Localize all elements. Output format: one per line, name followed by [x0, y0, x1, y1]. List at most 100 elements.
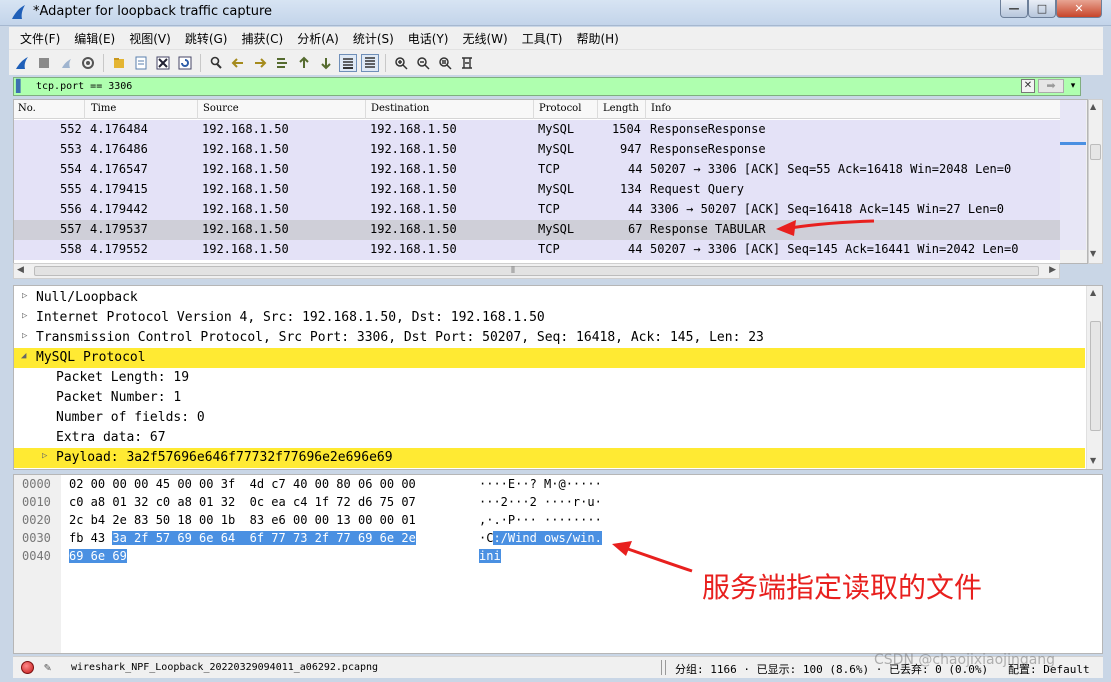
filter-history-dropdown[interactable]: ▾: [1067, 79, 1079, 93]
zoom-out-icon[interactable]: [414, 54, 432, 72]
detail-row-number-of-fields[interactable]: Number of fields: 0: [14, 408, 1085, 428]
go-forward-icon[interactable]: [251, 54, 269, 72]
expand-arrow-icon[interactable]: ▷: [22, 311, 27, 321]
column-header-time[interactable]: Time: [91, 103, 116, 114]
byte-hex[interactable]: 69 6e 69: [69, 549, 127, 563]
close-button[interactable]: ✕: [1056, 0, 1102, 18]
detail-row-null-loopback[interactable]: ▷ Null/Loopback: [14, 288, 1085, 308]
packet-list-vertical-scrollbar[interactable]: [1060, 100, 1087, 263]
menu-analyze[interactable]: 分析(A): [290, 30, 346, 47]
capture-options-icon[interactable]: [79, 54, 97, 72]
packet-minimap[interactable]: [1060, 100, 1086, 250]
expand-arrow-icon[interactable]: ▷: [22, 291, 27, 301]
packet-list-horizontal-scrollbar[interactable]: ◀ ⦀ ▶: [13, 263, 1060, 279]
last-packet-icon[interactable]: [317, 54, 335, 72]
start-capture-icon[interactable]: [13, 54, 31, 72]
column-divider[interactable]: [597, 100, 598, 119]
auto-scroll-icon[interactable]: [339, 53, 357, 72]
byte-hex[interactable]: fb 43 3a 2f 57 69 6e 64 6f 77 73 2f 77 6…: [69, 531, 416, 545]
stop-capture-icon[interactable]: [35, 54, 53, 72]
column-header-source[interactable]: Source: [203, 103, 239, 114]
column-header-destination[interactable]: Destination: [371, 103, 429, 114]
menu-view[interactable]: 视图(V): [122, 30, 178, 47]
byte-ascii[interactable]: ····E··? M·@·····: [479, 477, 602, 491]
reload-file-icon[interactable]: [176, 54, 194, 72]
maximize-button[interactable]: □: [1028, 0, 1056, 18]
menu-edit[interactable]: 编辑(E): [67, 30, 122, 47]
byte-ascii[interactable]: ini: [479, 549, 501, 563]
packet-row[interactable]: 554 4.176547 192.168.1.50 192.168.1.50 T…: [14, 160, 1060, 180]
packet-list[interactable]: No. Time Source Destination Protocol Len…: [13, 99, 1088, 264]
filter-bookmark-icon[interactable]: ▌: [16, 79, 28, 94]
scroll-down-arrow-icon[interactable]: ▼: [1090, 456, 1096, 465]
horizontal-scroll-thumb[interactable]: ⦀: [34, 266, 1039, 276]
column-divider[interactable]: [645, 100, 646, 119]
column-divider[interactable]: [365, 100, 366, 119]
minimize-button[interactable]: —: [1000, 0, 1028, 18]
collapse-arrow-icon[interactable]: ◢: [21, 351, 26, 361]
detail-row-ipv4[interactable]: ▷ Internet Protocol Version 4, Src: 192.…: [14, 308, 1085, 328]
byte-hex[interactable]: 02 00 00 00 45 00 00 3f 4d c7 40 00 80 0…: [69, 477, 416, 491]
detail-row-packet-length[interactable]: Packet Length: 19: [14, 368, 1085, 388]
detail-row-mysql[interactable]: ◢ MySQL Protocol: [14, 348, 1085, 368]
column-header-length[interactable]: Length: [603, 103, 639, 114]
go-to-packet-icon[interactable]: [273, 54, 291, 72]
column-divider[interactable]: [533, 100, 534, 119]
find-packet-icon[interactable]: [207, 54, 225, 72]
packet-bytes-pane[interactable]: 0000 02 00 00 00 45 00 00 3f 4d c7 40 00…: [13, 474, 1103, 654]
column-header-info[interactable]: Info: [651, 103, 671, 114]
packet-row[interactable]: 552 4.176484 192.168.1.50 192.168.1.50 M…: [14, 120, 1060, 140]
normal-size-icon[interactable]: [436, 54, 454, 72]
expand-arrow-icon[interactable]: ▷: [42, 451, 47, 461]
menu-help[interactable]: 帮助(H): [569, 30, 625, 47]
packet-details-pane[interactable]: ▷ Null/Loopback ▷ Internet Protocol Vers…: [13, 285, 1103, 470]
menu-tools[interactable]: 工具(T): [515, 30, 570, 47]
detail-row-packet-number[interactable]: Packet Number: 1: [14, 388, 1085, 408]
column-header-protocol[interactable]: Protocol: [539, 103, 581, 114]
scroll-thumb[interactable]: [1090, 144, 1101, 160]
first-packet-icon[interactable]: [295, 54, 313, 72]
resize-columns-icon[interactable]: [458, 54, 476, 72]
save-file-icon[interactable]: [132, 54, 150, 72]
capture-comment-icon[interactable]: ✎: [44, 660, 51, 674]
expand-arrow-icon[interactable]: ▷: [22, 331, 27, 341]
packet-row[interactable]: 558 4.179552 192.168.1.50 192.168.1.50 T…: [14, 240, 1060, 260]
packet-list-scrollbar[interactable]: ▲ ▼: [1088, 99, 1103, 264]
expert-info-icon[interactable]: [21, 661, 34, 674]
apply-filter-button[interactable]: ➡: [1038, 79, 1064, 93]
menu-capture[interactable]: 捕获(C): [234, 30, 290, 47]
packet-row[interactable]: 553 4.176486 192.168.1.50 192.168.1.50 M…: [14, 140, 1060, 160]
menu-statistics[interactable]: 统计(S): [346, 30, 401, 47]
scroll-up-arrow-icon[interactable]: ▲: [1090, 288, 1096, 297]
byte-ascii[interactable]: ···2···2 ····r·u·: [479, 495, 602, 509]
byte-hex[interactable]: 2c b4 2e 83 50 18 00 1b 83 e6 00 00 13 0…: [69, 513, 416, 527]
menu-go[interactable]: 跳转(G): [178, 30, 235, 47]
zoom-in-icon[interactable]: [392, 54, 410, 72]
display-filter-input[interactable]: [36, 79, 1016, 94]
column-header-no[interactable]: No.: [18, 103, 36, 114]
column-divider[interactable]: [197, 100, 198, 119]
menu-file[interactable]: 文件(F): [13, 30, 67, 47]
details-scroll-thumb[interactable]: [1090, 321, 1101, 431]
packet-row-selected[interactable]: 557 4.179537 192.168.1.50 192.168.1.50 M…: [14, 220, 1060, 240]
details-vertical-scrollbar[interactable]: ▲ ▼: [1086, 286, 1102, 469]
scroll-right-arrow-icon[interactable]: ▶: [1049, 265, 1056, 275]
detail-row-extra-data[interactable]: Extra data: 67: [14, 428, 1085, 448]
byte-ascii[interactable]: ·C:/Wind ows/win.: [479, 531, 602, 545]
packet-row[interactable]: 556 4.179442 192.168.1.50 192.168.1.50 T…: [14, 200, 1060, 220]
scroll-down-arrow-icon[interactable]: ▼: [1090, 249, 1096, 258]
packet-row[interactable]: 555 4.179415 192.168.1.50 192.168.1.50 M…: [14, 180, 1060, 200]
go-back-icon[interactable]: [229, 54, 247, 72]
byte-hex[interactable]: c0 a8 01 32 c0 a8 01 32 0c ea c4 1f 72 d…: [69, 495, 416, 509]
scroll-left-arrow-icon[interactable]: ◀: [17, 265, 24, 275]
detail-row-tcp[interactable]: ▷ Transmission Control Protocol, Src Por…: [14, 328, 1085, 348]
restart-capture-icon[interactable]: [57, 54, 75, 72]
byte-ascii[interactable]: ,·.·P··· ········: [479, 513, 602, 527]
close-file-icon[interactable]: [154, 54, 172, 72]
detail-row-payload[interactable]: ▷ Payload: 3a2f57696e646f77732f77696e2e6…: [14, 448, 1085, 468]
open-file-icon[interactable]: [110, 54, 128, 72]
column-divider[interactable]: [84, 100, 85, 119]
scroll-up-arrow-icon[interactable]: ▲: [1090, 102, 1096, 111]
colorize-icon[interactable]: [361, 53, 379, 72]
menu-wireless[interactable]: 无线(W): [456, 30, 515, 47]
